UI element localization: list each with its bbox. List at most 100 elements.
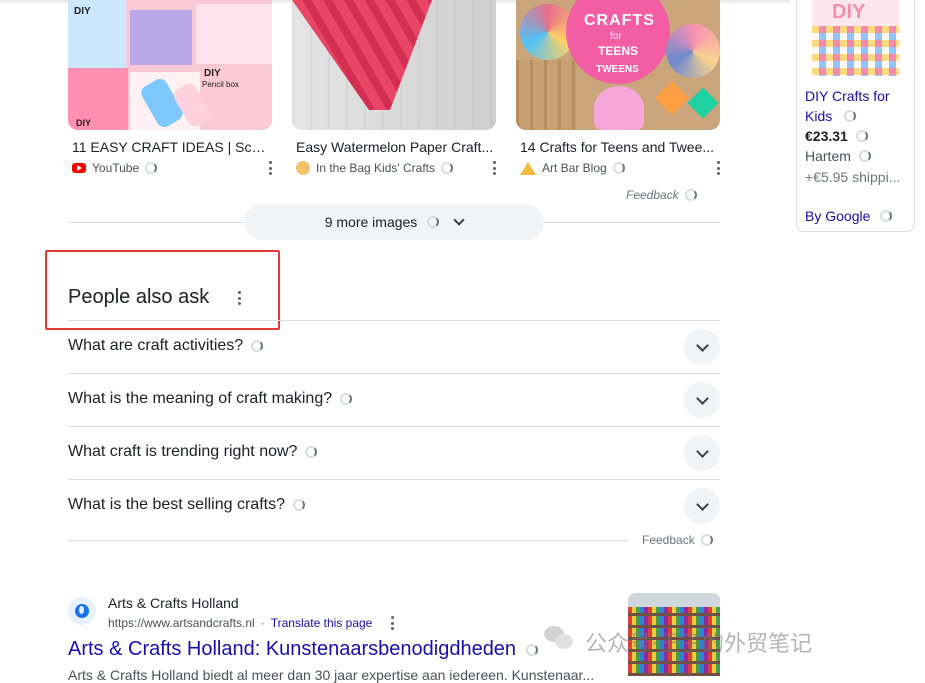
paa-divider-top: [68, 320, 720, 321]
shopping-store: Hartem: [805, 148, 871, 164]
paa-feedback-link[interactable]: Feedback: [642, 533, 713, 547]
result-snippet: Arts & Crafts Holland biedt al meer dan …: [68, 667, 595, 683]
loading-spinner-icon: [251, 340, 264, 352]
result-title-link[interactable]: Arts & Crafts Holland: Kunstenaarsbenodi…: [68, 638, 539, 661]
shopping-title[interactable]: DIY Crafts for Kids: [805, 86, 905, 126]
image-1-more-options-icon[interactable]: [264, 159, 276, 177]
image-3-diamond-2: [687, 87, 719, 119]
shopping-by-google[interactable]: By Google: [805, 208, 893, 224]
image-2-source[interactable]: In the Bag Kids' Crafts: [296, 161, 454, 175]
url-separator: ·: [260, 616, 265, 630]
image-1-source-label: YouTube: [92, 161, 140, 175]
youtube-icon: [72, 163, 86, 173]
paa-question-3-text: What craft is trending right now?: [68, 443, 298, 460]
loading-spinner-icon: [145, 162, 158, 174]
image-1-source[interactable]: YouTube: [72, 161, 158, 175]
chevron-down-icon: [695, 338, 709, 352]
shopping-by-google-label: By Google: [805, 208, 871, 224]
images-feedback-label: Feedback: [626, 188, 679, 202]
result-url-line: https://www.artsandcrafts.nl · Translate…: [108, 614, 398, 632]
image-thumbnail-2[interactable]: [292, 0, 496, 130]
paa-divider-bottom: [68, 540, 628, 541]
paa-question-2-expand-button[interactable]: [684, 382, 720, 418]
globe-icon: [68, 597, 96, 625]
watermark-text: 公众号·王子的外贸笔记: [585, 632, 812, 657]
paa-more-options-icon[interactable]: [233, 289, 245, 307]
loading-spinner-icon: [880, 210, 893, 222]
loading-spinner-icon: [427, 216, 440, 228]
image-3-source[interactable]: Art Bar Blog: [520, 161, 625, 175]
image-1-box-mid: [130, 10, 192, 65]
image-3-overlay-text-2: for: [610, 31, 622, 42]
result-title: Arts & Crafts Holland: Kunstenaarsbenodi…: [68, 638, 517, 660]
result-url[interactable]: https://www.artsandcrafts.nl: [108, 616, 255, 630]
more-images-label: 9 more images: [324, 214, 418, 230]
image-3-diamond-1: [655, 81, 689, 115]
shopping-image-pattern: [812, 26, 899, 76]
loading-spinner-icon: [858, 150, 871, 162]
loading-spinner-icon: [844, 110, 856, 122]
paa-divider-3: [68, 479, 720, 480]
paa-question-3[interactable]: What craft is trending right now?: [68, 443, 318, 461]
image-3-overlay-text-3: TEENS: [598, 44, 639, 58]
result-more-options-icon[interactable]: [386, 614, 398, 632]
paa-question-4-expand-button[interactable]: [684, 488, 720, 524]
more-images-button[interactable]: 9 more images: [244, 204, 544, 240]
image-3-slime: [594, 86, 644, 130]
loading-spinner-icon: [855, 130, 868, 142]
chevron-down-icon: [695, 497, 709, 511]
loading-spinner-icon: [612, 162, 625, 174]
image-3-wood: [516, 60, 576, 130]
result-thumbnail-ceiling: [628, 593, 720, 607]
image-3-overlay-text-4: TWEENS: [596, 64, 639, 75]
image-3-rosette-right: [666, 24, 720, 78]
chevron-down-icon: [695, 444, 709, 458]
loading-spinner-icon: [305, 446, 318, 458]
shopping-shipping: +€5.95 shippi...: [805, 169, 901, 185]
chevron-down-icon: [453, 214, 465, 226]
paa-question-1[interactable]: What are craft activities?: [68, 337, 264, 355]
wechat-icon: [544, 626, 576, 652]
image-1-overlay-text-3: Pencil box: [202, 80, 239, 89]
site-icon: [520, 161, 536, 175]
paa-question-1-expand-button[interactable]: [684, 329, 720, 365]
image-3-source-label: Art Bar Blog: [542, 161, 607, 175]
image-thumbnail-3[interactable]: CRAFTS for TEENS TWEENS: [516, 0, 720, 130]
image-1-overlay-text-4: DIY: [76, 118, 92, 128]
images-feedback-link[interactable]: Feedback: [626, 188, 697, 202]
image-3-more-options-icon[interactable]: [712, 159, 724, 177]
image-2-more-options-icon[interactable]: [488, 159, 500, 177]
shopping-store-name: Hartem: [805, 148, 851, 164]
loading-spinner-icon: [684, 189, 697, 201]
loading-spinner-icon: [441, 162, 454, 174]
image-3-title[interactable]: 14 Crafts for Teens and Twee...: [520, 139, 718, 155]
loading-spinner-icon: [700, 534, 713, 546]
image-1-title[interactable]: 11 EASY CRAFT IDEAS | Schoo...: [72, 139, 270, 155]
paa-question-4-text: What is the best selling crafts?: [68, 496, 285, 513]
paa-question-2-text: What is the meaning of craft making?: [68, 390, 333, 407]
image-2-title[interactable]: Easy Watermelon Paper Craft...: [296, 139, 494, 155]
paa-divider-2: [68, 426, 720, 427]
loading-spinner-icon: [340, 393, 353, 405]
shopping-price-value: €23.31: [805, 128, 848, 144]
image-2-source-label: In the Bag Kids' Crafts: [316, 161, 436, 175]
loading-spinner-icon: [292, 499, 305, 511]
image-1-overlay-text-1: DIY: [74, 6, 91, 17]
translate-link[interactable]: Translate this page: [271, 616, 373, 630]
paa-divider-1: [68, 373, 720, 374]
site-icon: [296, 161, 310, 175]
paa-question-2[interactable]: What is the meaning of craft making?: [68, 390, 353, 408]
paa-question-4[interactable]: What is the best selling crafts?: [68, 496, 305, 514]
shopping-price: €23.31: [805, 128, 868, 144]
image-3-overlay-text-1: CRAFTS: [584, 12, 655, 29]
image-thumbnail-1[interactable]: DIY DIY Pencil box DIY: [68, 0, 272, 130]
result-site-name[interactable]: Arts & Crafts Holland: [108, 595, 239, 611]
image-1-overlay-text-2: DIY: [204, 68, 221, 79]
chevron-down-icon: [695, 391, 709, 405]
paa-feedback-label: Feedback: [642, 533, 695, 547]
loading-spinner-icon: [526, 643, 539, 656]
paa-question-3-expand-button[interactable]: [684, 435, 720, 471]
shopping-product-image[interactable]: DIY: [812, 0, 899, 76]
shopping-image-text: DIY: [832, 1, 866, 23]
paa-question-1-text: What are craft activities?: [68, 337, 244, 354]
